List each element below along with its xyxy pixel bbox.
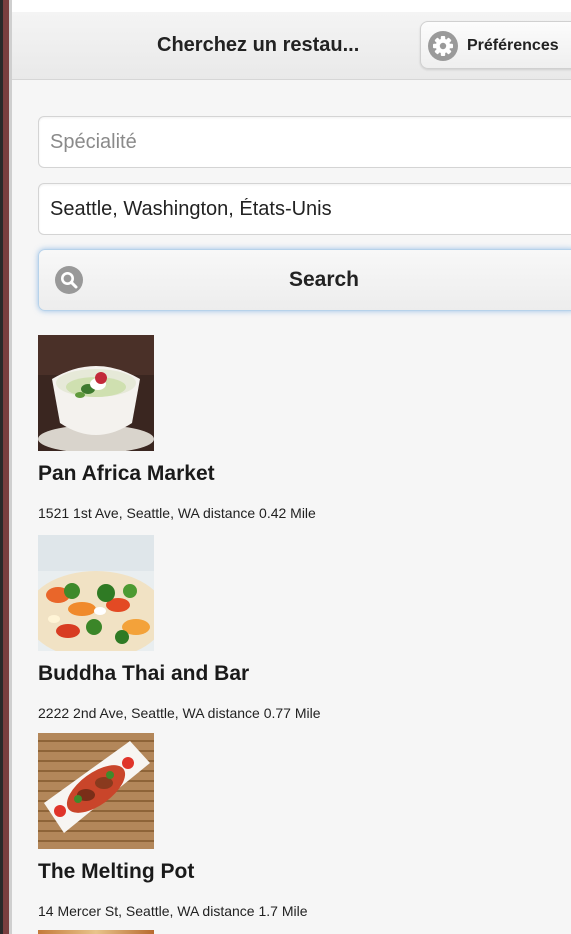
specialty-input[interactable] [38, 116, 571, 168]
restaurant-name[interactable]: Buddha Thai and Bar [38, 662, 249, 686]
restaurant-address: 14 Mercer St, Seattle, WA distance 1.7 M… [38, 903, 308, 919]
plated-dish-image [38, 733, 154, 849]
salad-dish-image [38, 535, 154, 651]
restaurant-address: 2222 2nd Ave, Seattle, WA distance 0.77 … [38, 705, 321, 721]
restaurant-name[interactable]: The Melting Pot [38, 860, 194, 884]
list-item[interactable]: The Melting Pot 14 Mercer St, Seattle, W… [38, 733, 568, 933]
search-label: Search [288, 268, 360, 291]
page-title: Cherchez un restau... [157, 34, 360, 56]
restaurant-name[interactable]: Pan Africa Market [38, 462, 215, 486]
header-bar: Cherchez un restau... Préférences [12, 12, 571, 80]
gear-icon [428, 31, 458, 61]
soup-dish-image [38, 335, 154, 451]
preferences-label: Préférences [467, 37, 559, 54]
search-button[interactable]: Search [38, 249, 571, 311]
next-result-image-peek [38, 930, 154, 934]
location-input[interactable] [38, 183, 571, 235]
list-item[interactable]: Pan Africa Market 1521 1st Ave, Seattle,… [38, 335, 568, 535]
app-screen: Cherchez un restau... Préférences Spécia… [0, 0, 571, 934]
restaurant-address: 1521 1st Ave, Seattle, WA distance 0.42 … [38, 505, 316, 521]
top-strip [12, 0, 571, 12]
preferences-button[interactable]: Préférences [420, 21, 571, 69]
list-item[interactable]: Buddha Thai and Bar 2222 2nd Ave, Seattl… [38, 535, 568, 735]
window-edge [0, 0, 12, 934]
